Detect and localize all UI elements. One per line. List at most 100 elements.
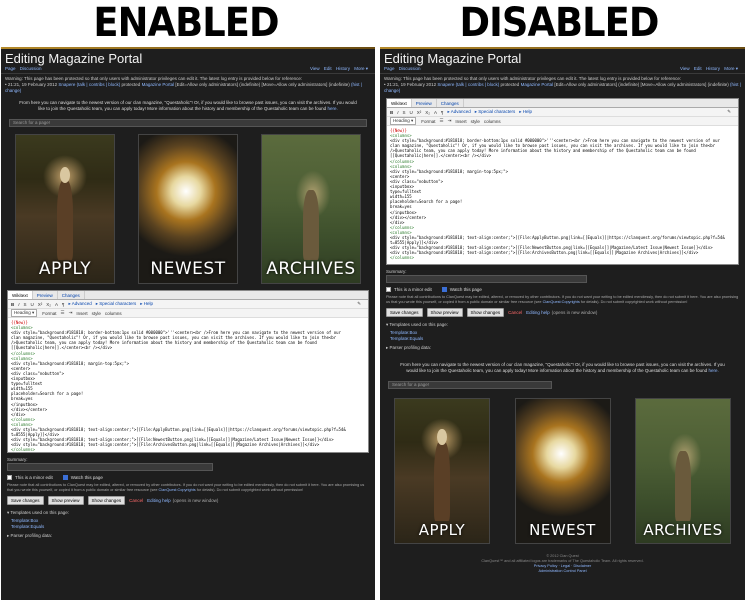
log-page-link[interactable]: Magazine Portal [521, 82, 554, 87]
newest-card[interactable]: NEWEST [138, 134, 238, 284]
nav-view[interactable]: View [680, 66, 690, 71]
apply-label: APPLY [418, 521, 466, 539]
templates-heading[interactable]: ▾ Templates used on this page: [1, 508, 375, 518]
bold-button[interactable]: B [11, 302, 14, 307]
wikitext-textarea[interactable]: {{New}} <columns> <div style="background:#… [8, 318, 368, 452]
text-color-button[interactable]: A [434, 110, 437, 115]
apply-card[interactable]: APPLY [15, 134, 115, 284]
save-button[interactable]: Save changes [386, 308, 423, 317]
form-buttons: Save changes Show preview Show changes C… [1, 493, 375, 508]
list-icon[interactable]: ☰ [440, 118, 444, 124]
special-chars-menu[interactable]: ▸ Special characters [96, 301, 137, 307]
strike-button[interactable]: S [403, 110, 406, 115]
newest-card[interactable]: NEWEST [514, 398, 611, 544]
subscript-button[interactable]: X₂ [46, 302, 51, 307]
nav-page[interactable]: Page [384, 66, 395, 71]
page-search-input[interactable]: Search for a page! [388, 381, 553, 389]
indent-icon[interactable]: ⇥ [69, 310, 73, 316]
enabled-heading: ENABLED [93, 0, 279, 46]
parser-profiling-toggle[interactable]: ▸ Parser profiling data: [380, 342, 745, 354]
italic-button[interactable]: I [397, 110, 398, 115]
superscript-button[interactable]: X² [417, 110, 422, 115]
code-line: <div style="background:#181818; text-ali… [390, 250, 699, 256]
watch-page-label: Watch this page [70, 475, 103, 480]
tab-preview[interactable]: Preview [412, 99, 437, 107]
log-user-link[interactable]: Snapere [437, 82, 454, 87]
paragraph-button[interactable]: ¶ [62, 302, 64, 307]
list-icon[interactable]: ☰ [61, 310, 65, 316]
special-chars-menu[interactable]: ▸ Special characters [475, 109, 516, 115]
underline-button[interactable]: U [31, 302, 34, 307]
pencil-icon[interactable]: ✎ [357, 301, 361, 307]
intro-here-link[interactable]: here. [327, 106, 337, 111]
paragraph-button[interactable]: ¶ [441, 110, 443, 115]
page-search-input[interactable]: Search for a page! [9, 119, 367, 127]
tab-changes[interactable]: Changes [437, 99, 464, 107]
nav-discussion[interactable]: Discussion [20, 66, 42, 71]
preview-button[interactable]: Show preview [426, 308, 463, 317]
heading-select[interactable]: Heading ▾ [390, 117, 417, 125]
strike-button[interactable]: S [24, 302, 27, 307]
minor-edit-checkbox[interactable] [7, 475, 12, 480]
summary-input[interactable] [386, 275, 587, 283]
superscript-button[interactable]: X² [38, 302, 43, 307]
subscript-button[interactable]: X₂ [425, 110, 430, 115]
copyrights-link[interactable]: ClanQuest:Copyrights [543, 300, 580, 304]
protection-warning: Warning: This page has been protected so… [1, 74, 375, 96]
nav-edit[interactable]: Edit [324, 66, 332, 71]
editing-help-link[interactable]: Editing help [147, 498, 171, 503]
page-footer: © 2012 Clan Quest ClanQuest™ and all aff… [380, 550, 745, 578]
page-title: Editing Magazine Portal [384, 51, 522, 66]
editing-help-link[interactable]: Editing help [526, 310, 550, 315]
bold-button[interactable]: B [390, 110, 393, 115]
tab-changes[interactable]: Changes [58, 291, 85, 299]
nav-more[interactable]: More ▾ [724, 66, 738, 71]
changes-button[interactable]: Show changes [466, 308, 505, 317]
parser-profiling-toggle[interactable]: ▸ Parser profiling data: [1, 530, 375, 542]
help-menu[interactable]: ▸ Help [519, 109, 532, 115]
log-page-link[interactable]: Magazine Portal [142, 82, 175, 87]
intro-text: From here you can navigate to the newest… [400, 362, 725, 373]
preview-button[interactable]: Show preview [47, 496, 84, 505]
editor-toolbar: B I S U X² X₂ A ¶ ▸ Advanced ▸ Special c… [387, 108, 738, 117]
heading-select[interactable]: Heading ▾ [11, 309, 38, 317]
help-menu[interactable]: ▸ Help [140, 301, 153, 307]
wikitext-textarea[interactable]: {{New}} <columns> <div style="background:#… [387, 126, 738, 264]
log-user-link[interactable]: Snapere [58, 82, 75, 87]
nav-page[interactable]: Page [5, 66, 16, 71]
nav-view[interactable]: View [310, 66, 320, 71]
archives-card[interactable]: ARCHIVES [261, 134, 361, 284]
advanced-menu[interactable]: ▸ Advanced [68, 301, 91, 307]
nav-history[interactable]: History [336, 66, 350, 71]
text-color-button[interactable]: A [55, 302, 58, 307]
apply-card[interactable]: APPLY [394, 398, 490, 544]
archives-card[interactable]: ARCHIVES [635, 398, 731, 544]
disabled-heading: DISABLED [459, 0, 659, 46]
tab-wikitext[interactable]: Wikitext [8, 291, 33, 299]
advanced-menu[interactable]: ▸ Advanced [447, 109, 470, 115]
edit-options: This is a minor edit Watch this page [380, 284, 745, 295]
save-button[interactable]: Save changes [7, 496, 44, 505]
intro-here-link[interactable]: here. [708, 368, 718, 373]
indent-icon[interactable]: ⇥ [448, 118, 452, 124]
cancel-link[interactable]: Cancel [129, 498, 143, 503]
tab-wikitext[interactable]: Wikitext [387, 99, 412, 107]
nav-discussion[interactable]: Discussion [399, 66, 421, 71]
pencil-icon[interactable]: ✎ [727, 109, 731, 115]
templates-heading[interactable]: ▾ Templates used on this page: [380, 320, 745, 330]
newest-label: NEWEST [150, 259, 226, 279]
watch-page-checkbox[interactable] [62, 475, 68, 480]
changes-button[interactable]: Show changes [87, 496, 126, 505]
tab-preview[interactable]: Preview [33, 291, 58, 299]
minor-edit-checkbox[interactable] [386, 287, 391, 292]
italic-button[interactable]: I [18, 302, 19, 307]
underline-button[interactable]: U [410, 110, 413, 115]
watch-page-checkbox[interactable] [441, 287, 447, 292]
nav-more[interactable]: More ▾ [354, 66, 368, 71]
nav-edit[interactable]: Edit [694, 66, 702, 71]
summary-input[interactable] [7, 463, 213, 471]
nav-history[interactable]: History [706, 66, 720, 71]
cancel-link[interactable]: Cancel [508, 310, 522, 315]
admin-panel-link[interactable]: Administration Control Panel [390, 569, 735, 574]
copyrights-link[interactable]: ClanQuest:Copyrights [159, 488, 196, 492]
